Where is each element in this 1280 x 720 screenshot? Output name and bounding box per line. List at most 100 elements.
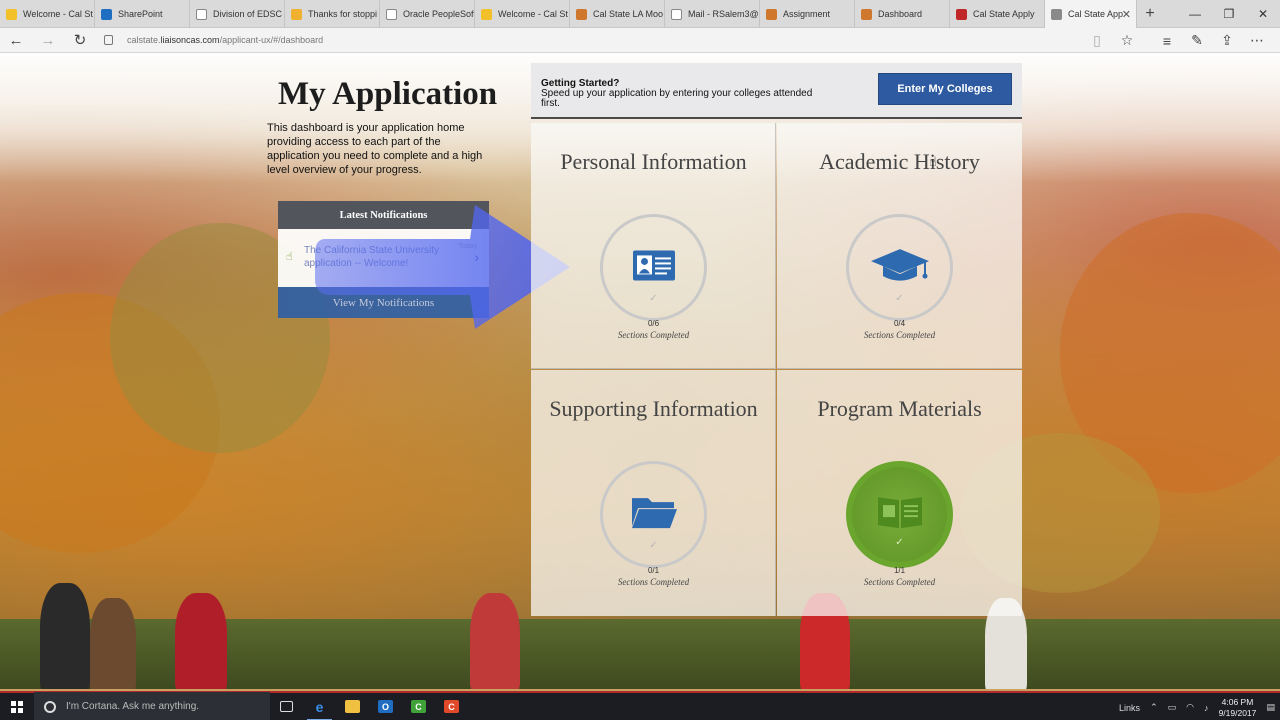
progress-ring: ✓ [600,461,707,568]
notification-item[interactable]: ☝ The California State University applic… [278,229,489,287]
browser-tab[interactable]: Division of EDSC - [190,0,285,28]
card-title: Program Materials [817,396,982,421]
close-window-icon[interactable]: ✕ [1246,0,1280,28]
sections-completed-label: Sections Completed [617,577,690,587]
progress-ring-complete: ✓ [846,461,953,568]
share-icon[interactable]: ⇪ [1212,28,1242,53]
windows-logo-icon [11,700,23,713]
action-center-icon[interactable]: ▤ [1266,702,1275,713]
address-bar: ← → ↻ calstate. liaisoncas.com/applicant-… [0,28,1280,53]
background-person [90,598,136,689]
back-arrow-icon[interactable]: ← [0,28,32,53]
task-view-icon[interactable] [270,692,303,720]
view-notifications-button[interactable]: View My Notifications [278,287,489,318]
chevron-up-icon[interactable]: ⌃ [1150,702,1158,713]
outlook-icon[interactable]: O [369,692,402,720]
background-person [175,593,227,689]
browser-tab[interactable]: SharePoint [95,0,190,28]
sections-count: 0/4 [893,319,906,328]
start-button[interactable] [0,692,34,720]
lock-icon [104,35,113,45]
notifications-panel: Latest Notifications ☝ The California St… [278,201,489,318]
folder-icon [631,497,677,528]
supporting-information-card[interactable]: Supporting Information ✓ 0/1 Sections Co… [531,370,776,616]
taskbar-clock[interactable]: 4:06 PM 9/19/2017 [1213,697,1261,719]
new-tab-button[interactable]: + [1137,0,1163,27]
tab-favicon-icon [291,8,302,20]
tab-favicon-icon [1051,8,1062,20]
checkmark-icon: ✓ [649,293,658,304]
tab-favicon-icon [861,8,872,20]
wifi-icon[interactable]: ◠ [1186,702,1194,713]
tab-favicon-icon [766,8,777,20]
progress-ring: ✓ [846,214,953,321]
url-prefix: calstate. [127,35,161,45]
checkmark-icon: ✓ [895,537,904,548]
browser-tab[interactable]: Cal State LA Moo [570,0,665,28]
close-tab-icon[interactable]: ✕ [1122,8,1131,21]
window-controls: — ❐ ✕ [1178,0,1280,28]
page-title: My Application [278,76,498,112]
cortana-placeholder: I'm Cortana. Ask me anything. [66,701,200,712]
academic-history-card[interactable]: Academic History ✓ 0/4 Sections Complete… [777,123,1022,369]
cortana-search-box[interactable]: I'm Cortana. Ask me anything. [34,692,270,720]
url-domain: liaisoncas.com [160,35,220,45]
links-toolbar-label[interactable]: Links [1119,703,1140,713]
hand-cursor-icon: ☝ [929,154,937,169]
browser-tab[interactable]: Mail - RSalem3@ [665,0,760,28]
browser-tab[interactable]: Oracle PeopleSoft [380,0,475,28]
tab-favicon-icon [6,8,17,20]
browser-toolbar: ▯ ☆ ≡ ✎ ⇪ ⋯ [1082,28,1272,53]
sections-completed-label: Sections Completed [863,577,936,587]
clock-time: 4:06 PM [1221,696,1254,707]
browser-tab[interactable]: Welcome - Cal St [475,0,570,28]
favorite-star-icon[interactable]: ☆ [1112,28,1142,53]
id-card-icon [632,249,675,280]
background-person [470,593,520,689]
browser-tab[interactable]: Dashboard [855,0,950,28]
checkmark-icon: ✓ [895,293,904,304]
background-person [40,583,90,689]
url-field[interactable]: calstate. liaisoncas.com/applicant-ux/#/d… [104,31,1104,50]
web-note-icon[interactable]: ✎ [1182,28,1212,53]
volume-icon[interactable]: ♪ [1204,703,1209,713]
sections-completed-label: Sections Completed [617,330,690,340]
program-materials-card[interactable]: Program Materials ✓ 1/1 Sections Complet… [777,370,1022,616]
browser-tab[interactable]: Welcome - Cal St [0,0,95,28]
reading-view-icon[interactable]: ▯ [1082,28,1112,53]
sections-count: 0/1 [647,566,660,575]
more-icon[interactable]: ⋯ [1242,28,1272,53]
checkmark-icon: ✓ [649,540,658,551]
personal-information-card[interactable]: Personal Information ✓ 0/6 Sections Comp… [531,123,776,369]
enter-my-colleges-button[interactable]: Enter My Colleges [878,73,1012,105]
sections-count: 0/6 [647,319,660,328]
page-content: My Application This dashboard is your ap… [0,53,1280,689]
browser-tab[interactable]: Cal State Apply [950,0,1045,28]
page-intro: This dashboard is your application home … [267,122,483,176]
graduation-cap-icon [870,248,929,281]
cortana-icon [44,700,56,713]
url-path: /applicant-ux/#/dashboard [219,35,324,45]
tab-favicon-icon [956,8,967,20]
getting-started-text: Speed up your application by entering yo… [541,88,813,109]
recorder-icon[interactable]: C [435,692,468,720]
hub-icon[interactable]: ≡ [1152,28,1182,53]
tab-favicon-icon [386,8,397,20]
forward-arrow-icon[interactable]: → [32,28,64,53]
system-tray: Links ⌃ ▭ ◠ ♪ 4:06 PM 9/19/2017 ▤ [1114,693,1280,720]
restore-icon[interactable]: ❐ [1212,0,1246,28]
tab-favicon-icon [196,8,207,20]
notification-icon: ☝ [286,251,293,263]
refresh-icon[interactable]: ↻ [64,28,96,53]
camtasia-icon[interactable]: C [402,692,435,720]
tab-favicon-icon [576,8,587,20]
browser-tab[interactable]: Assignment [760,0,855,28]
network-icon[interactable]: ▭ [1168,702,1177,713]
edge-browser-icon[interactable]: e [303,692,336,720]
book-icon [877,496,922,528]
browser-tab[interactable]: Thanks for stoppi [285,0,380,28]
minimize-icon[interactable]: — [1178,0,1212,28]
browser-tab-active[interactable]: Cal State App ✕ [1045,0,1137,28]
browser-tab-bar: Welcome - Cal St SharePoint Division of … [0,0,1280,28]
file-explorer-icon[interactable] [336,692,369,720]
